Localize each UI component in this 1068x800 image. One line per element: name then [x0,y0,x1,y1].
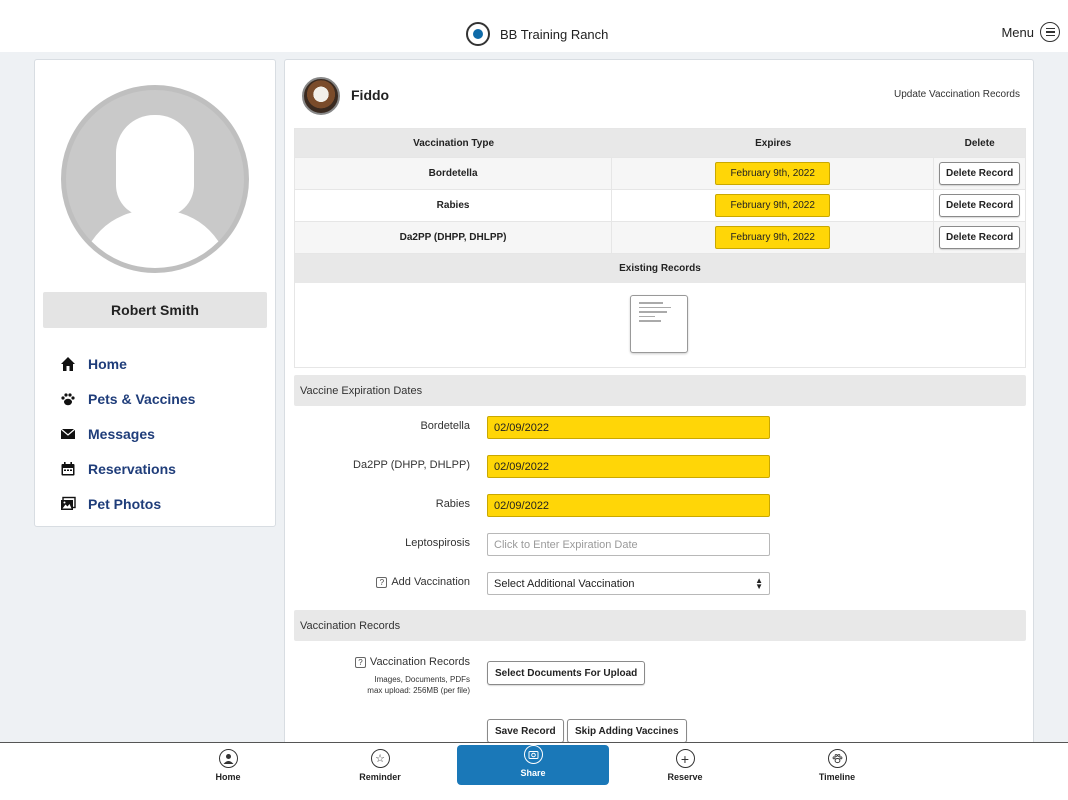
table-header-row: Vaccination Type Expires Delete [295,129,1025,158]
sidebar-item-label: Messages [88,425,155,442]
field-label: Add Vaccination [391,576,470,588]
save-record-button[interactable]: Save Record [487,719,564,743]
select-arrows-icon: ▲ ▼ [755,575,763,591]
update-vaccination-records-link[interactable]: Update Vaccination Records [894,89,1020,100]
sidebar-item-pets-vaccines[interactable]: Pets & Vaccines [59,381,195,416]
column-header: Delete [964,137,995,149]
rabies-date-input[interactable]: 02/09/2022 [487,494,770,517]
form-row: ? Vaccination Records Images, Documents,… [294,656,1026,696]
sidebar-item-home[interactable]: Home [59,346,195,381]
brand[interactable]: BB Training Ranch [466,22,608,46]
existing-records [295,283,1025,367]
form-row: Bordetella 02/09/2022 [294,416,1026,440]
plus-icon: + [675,749,695,768]
field-label: Da2PP (DHPP, DHLPP) [353,459,470,471]
tab-label: Timeline [818,772,856,782]
help-icon[interactable]: ? [376,576,388,588]
star-icon: ☆ [370,749,390,768]
tab-label: Reserve [667,772,703,782]
sidebar-item-label: Home [88,355,127,372]
top-bar: BB Training Ranch Menu [0,0,1068,52]
expiration-badge: February 9th, 2022 [715,162,830,185]
tab-label: Reminder [359,772,401,782]
vaccination-type: Bordetella [295,158,613,189]
pet-avatar [302,77,340,115]
document-thumbnail[interactable] [630,295,688,353]
sidebar-item-label: Pets & Vaccines [88,390,196,407]
field-label: Leptospirosis [405,537,470,549]
form-row: Leptospirosis Click to Enter Expiration … [294,533,1026,557]
sidebar-item-reservations[interactable]: Reservations [59,451,195,486]
expiration-section-header: Vaccine Expiration Dates [294,375,1026,406]
tab-timeline[interactable]: Timeline [797,749,877,782]
delete-record-button[interactable]: Delete Record [939,194,1021,217]
upload-hint: Images, Documents, PDFs max upload: 256M… [367,674,470,696]
field-label: Bordetella [420,420,470,432]
upload-label: ? Vaccination Records [354,656,470,668]
records-section-header: Vaccination Records [294,610,1026,641]
camera-icon [523,745,543,764]
brand-logo-icon [466,22,490,46]
upload-hint-types: Images, Documents, PDFs [374,675,470,684]
expiration-badge: February 9th, 2022 [715,226,830,249]
bottom-nav: Home ☆ Reminder Share + Reserve Timeline [0,742,1068,800]
form-row: Da2PP (DHPP, DHLPP) 02/09/2022 [294,455,1026,479]
calendar-icon [59,460,77,478]
expiration-badge: February 9th, 2022 [715,194,830,217]
tab-reserve[interactable]: + Reserve [645,749,725,782]
menu-button[interactable]: Menu [1001,22,1060,42]
tab-reminder[interactable]: ☆ Reminder [340,749,420,782]
skip-adding-vaccines-button[interactable]: Skip Adding Vaccines [567,719,687,743]
add-vaccination-label: ? Add Vaccination [376,576,470,588]
column-header: Expires [755,137,792,149]
da2pp-date-input[interactable]: 02/09/2022 [487,455,770,478]
vaccination-card: Fiddo Update Vaccination Records Vaccina… [284,59,1034,749]
vaccination-type: Da2PP (DHPP, DHLPP) [295,222,613,253]
paw-icon [827,749,847,768]
column-header: Vaccination Type [413,137,495,149]
form-row: Rabies 02/09/2022 [294,494,1026,518]
leptospirosis-date-input[interactable]: Click to Enter Expiration Date [487,533,770,556]
sidebar-nav: Home Pets & Vaccines Messages Reservatio… [59,346,195,521]
vaccination-type: Rabies [295,190,613,221]
select-documents-button[interactable]: Select Documents For Upload [487,661,646,685]
envelope-icon [59,425,77,443]
bordetella-date-input[interactable]: 02/09/2022 [487,416,770,439]
existing-records-header: Existing Records [295,254,1025,283]
sidebar-item-pet-photos[interactable]: Pet Photos [59,486,195,521]
brand-name: BB Training Ranch [500,26,609,42]
paw-icon [59,390,77,408]
tab-label: Home [215,772,241,782]
delete-record-button[interactable]: Delete Record [939,162,1021,185]
photos-icon [59,495,77,513]
form-row: ? Add Vaccination Select Additional Vacc… [294,572,1026,596]
sidebar-item-label: Reservations [88,460,176,477]
table-row: Bordetella February 9th, 2022 Delete Rec… [295,158,1025,190]
pet-name: Fiddo [351,87,390,103]
tab-home[interactable]: Home [188,749,268,782]
field-label: Rabies [435,498,470,510]
profile-name: Robert Smith [43,292,267,328]
delete-record-button[interactable]: Delete Record [939,226,1021,249]
avatar [61,85,249,273]
tab-share[interactable]: Share [457,745,609,785]
table-row: Da2PP (DHPP, DHLPP) February 9th, 2022 D… [295,222,1025,254]
upload-hint-size: max upload: 256MB (per file) [367,686,470,695]
sidebar-item-label: Pet Photos [88,495,162,512]
vaccination-table: Vaccination Type Expires Delete Bordetel… [294,128,1026,368]
add-vaccination-select[interactable]: Select Additional Vaccination ▲ ▼ [487,572,770,595]
select-value: Select Additional Vaccination [494,577,635,590]
home-icon [59,355,77,373]
menu-label: Menu [1001,24,1034,40]
tab-label: Share [520,768,546,778]
profile-card: Robert Smith Home Pets & Vaccines Messag… [34,59,276,527]
hamburger-icon [1040,22,1060,42]
field-label: Vaccination Records [369,656,470,668]
sidebar-item-messages[interactable]: Messages [59,416,195,451]
table-row: Rabies February 9th, 2022 Delete Record [295,190,1025,222]
user-circle-icon [218,749,238,768]
help-icon[interactable]: ? [354,656,366,668]
